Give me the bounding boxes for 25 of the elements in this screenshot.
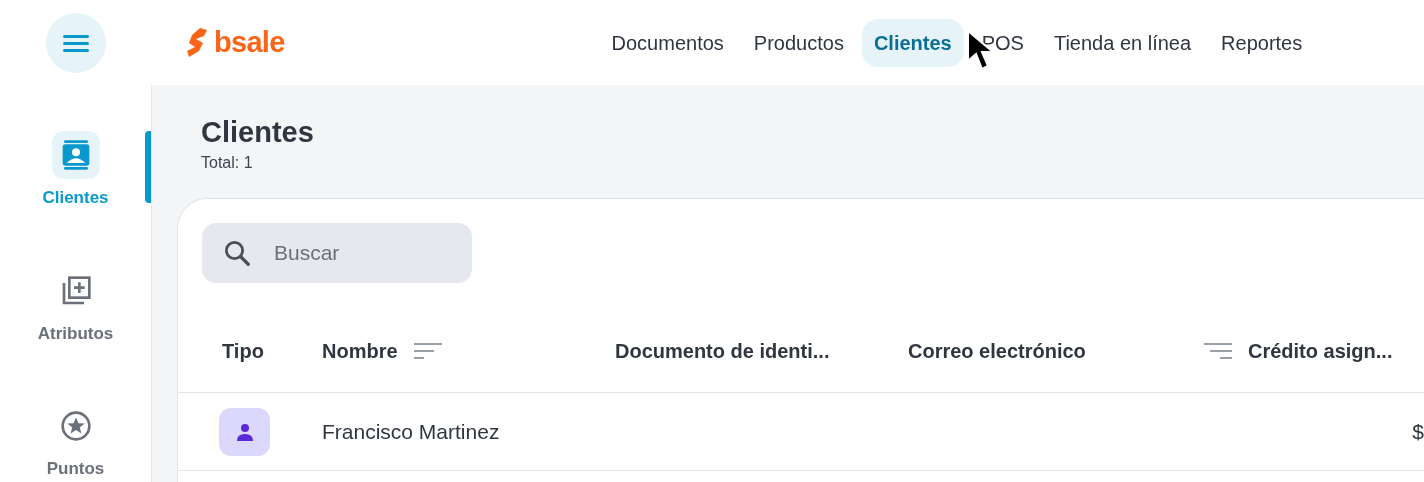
nav-tab[interactable]: Tienda en línea — [1041, 18, 1204, 67]
sidebar-item[interactable]: Puntos — [0, 402, 151, 482]
nav-tab[interactable]: Clientes — [861, 18, 964, 67]
table-cell-text: $ — [1412, 418, 1424, 445]
table-cell: Francisco Martinez — [322, 419, 500, 443]
sidebar-item[interactable]: Atributos — [0, 266, 151, 346]
column-header: Nombre — [322, 338, 398, 364]
column-header: Tipo — [222, 338, 264, 364]
active-indicator — [145, 131, 151, 203]
search-field[interactable]: Buscar — [202, 223, 472, 283]
page-title: Clientes — [201, 115, 315, 149]
column-header: Crédito asign... — [1248, 338, 1393, 364]
logo-icon — [186, 26, 208, 59]
total-count: Total: 1 — [201, 153, 254, 173]
person-icon — [234, 421, 255, 442]
logo-text: bsale — [214, 24, 285, 60]
column-header: Correo electrónico — [908, 338, 1086, 364]
column-header: Documento de identi... — [615, 338, 830, 364]
sort-icon[interactable] — [413, 340, 442, 361]
filter-icon[interactable] — [1204, 340, 1232, 361]
nav-tab[interactable]: Documentos — [599, 18, 736, 67]
nav-tab[interactable]: Reportes — [1209, 18, 1315, 67]
nav-tab[interactable]: Productos — [741, 18, 856, 67]
search-icon — [222, 238, 252, 268]
menu-icon — [63, 32, 89, 53]
